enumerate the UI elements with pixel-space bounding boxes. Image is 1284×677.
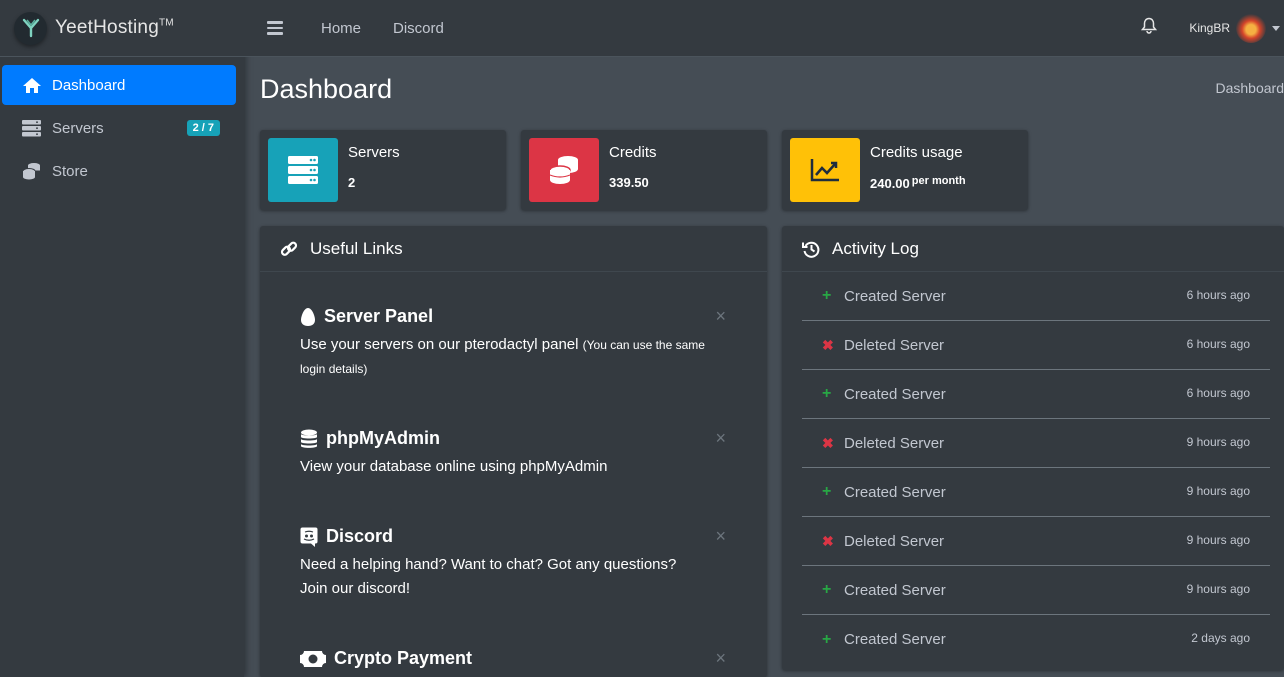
brand-logo xyxy=(14,11,47,45)
link-title[interactable]: phpMyAdmin xyxy=(326,428,440,449)
bell-icon[interactable] xyxy=(1141,17,1158,39)
times-icon: ✖ xyxy=(822,434,834,451)
card-header: Activity Log xyxy=(782,226,1284,272)
log-row: + Created Server 6 hours ago xyxy=(802,272,1270,321)
user-menu[interactable]: KingBR xyxy=(1189,13,1284,43)
times-icon: ✖ xyxy=(822,336,834,353)
page-title: Dashboard xyxy=(260,74,393,104)
sidebar-item-dashboard[interactable]: Dashboard xyxy=(2,65,236,105)
link-description: View your database online using phpMyAdm… xyxy=(300,458,608,475)
link-title[interactable]: Crypto Payment xyxy=(334,648,472,669)
database-icon xyxy=(300,429,318,449)
log-text: Deleted Server xyxy=(844,336,945,354)
log-text: Created Server xyxy=(844,483,946,501)
plus-icon: + xyxy=(822,581,832,598)
card-title: Useful Links xyxy=(310,238,403,258)
sidebar-nav: Dashboard Servers 2 / 7 Store xyxy=(0,57,244,191)
history-icon xyxy=(802,240,820,258)
log-time: 6 hours ago xyxy=(1186,386,1250,400)
log-time: 9 hours ago xyxy=(1186,484,1250,498)
link-item-crypto-payment: Crypto Payment × xyxy=(300,648,726,669)
chevron-down-icon xyxy=(1272,25,1280,31)
info-box-value: 240.00 per month xyxy=(870,175,966,191)
sidebar-item-label: Dashboard xyxy=(52,76,126,94)
plus-icon: + xyxy=(822,287,832,304)
sidebar-item-label: Servers xyxy=(52,119,104,137)
sidebar-item-servers[interactable]: Servers 2 / 7 xyxy=(2,108,236,148)
close-icon[interactable]: × xyxy=(715,526,726,547)
plus-icon: + xyxy=(822,630,832,648)
card-title: Activity Log xyxy=(832,238,919,258)
egg-icon xyxy=(300,307,316,327)
log-text: Created Server xyxy=(844,581,946,599)
money-bill-icon xyxy=(300,650,326,667)
sidebar-item-label: Store xyxy=(52,162,88,180)
sidebar-item-store[interactable]: Store xyxy=(2,151,236,191)
avatar xyxy=(1236,13,1266,43)
breadcrumb[interactable]: Dashboard xyxy=(1216,80,1284,96)
log-text: Created Server xyxy=(844,385,946,403)
info-box-suffix: per month xyxy=(911,175,966,187)
discord-icon xyxy=(300,527,318,547)
info-box-label: Credits usage xyxy=(870,144,963,161)
chart-line-icon xyxy=(790,138,860,202)
log-time: 9 hours ago xyxy=(1186,582,1250,596)
plus-icon: + xyxy=(822,385,832,402)
log-row: + Created Server 2 days ago xyxy=(802,615,1270,664)
brand-link[interactable]: YeetHostingTM xyxy=(0,0,244,57)
useful-links-card: Useful Links Server Panel Use your serve… xyxy=(260,226,767,677)
coins-icon xyxy=(529,138,599,202)
log-row: + Created Server 6 hours ago xyxy=(802,370,1270,419)
nav-link-discord[interactable]: Discord xyxy=(393,20,444,37)
card-header: Useful Links xyxy=(260,226,767,272)
log-row: + Created Server 9 hours ago xyxy=(802,468,1270,517)
sidebar: YeetHostingTM Dashboard Servers 2 / 7 St… xyxy=(0,0,244,677)
close-icon[interactable]: × xyxy=(715,648,726,669)
top-navbar: Home Discord KingBR xyxy=(244,0,1284,57)
server-icon xyxy=(22,119,44,137)
log-row: ✖ Deleted Server 9 hours ago xyxy=(802,419,1270,468)
times-icon: ✖ xyxy=(822,532,834,549)
activity-log-card: Activity Log + Created Server 6 hours ag… xyxy=(782,226,1284,670)
link-title[interactable]: Server Panel xyxy=(324,306,433,327)
log-time: 6 hours ago xyxy=(1186,288,1250,302)
log-row: ✖ Deleted Server 9 hours ago xyxy=(802,517,1270,566)
link-item-phpmyadmin: phpMyAdmin View your database online usi… xyxy=(300,428,726,479)
link-description: Need a helping hand? Want to chat? Got a… xyxy=(300,556,677,597)
brand-name: YeetHostingTM xyxy=(55,17,174,38)
link-title[interactable]: Discord xyxy=(326,526,393,547)
info-box-servers: Servers 2 xyxy=(260,130,506,210)
close-icon[interactable]: × xyxy=(715,428,726,449)
servers-count-badge: 2 / 7 xyxy=(186,120,220,136)
log-time: 9 hours ago xyxy=(1186,533,1250,547)
info-box-credits-usage: Credits usage 240.00 per month xyxy=(782,130,1028,210)
server-icon xyxy=(268,138,338,202)
username: KingBR xyxy=(1189,21,1230,35)
log-time: 2 days ago xyxy=(1191,631,1250,645)
link-description: Use your servers on our pterodactyl pane… xyxy=(300,336,579,353)
menu-toggle-icon[interactable] xyxy=(267,21,283,35)
info-box-value: 2 xyxy=(348,175,356,190)
log-text: Deleted Server xyxy=(844,532,945,550)
nav-link-home[interactable]: Home xyxy=(321,20,361,37)
info-box-value: 339.50 xyxy=(609,175,649,190)
log-text: Created Server xyxy=(844,287,946,305)
log-row: ✖ Deleted Server 6 hours ago xyxy=(802,321,1270,370)
home-icon xyxy=(22,77,44,94)
log-row: + Created Server 9 hours ago xyxy=(802,566,1270,615)
link-icon xyxy=(280,240,298,258)
link-item-discord: Discord Need a helping hand? Want to cha… xyxy=(300,526,726,601)
plus-icon: + xyxy=(822,483,832,500)
info-box-label: Credits xyxy=(609,144,657,161)
info-box-credits: Credits 339.50 xyxy=(521,130,767,210)
log-text: Created Server xyxy=(844,631,946,648)
log-time: 9 hours ago xyxy=(1186,435,1250,449)
info-box-label: Servers xyxy=(348,144,400,161)
link-item-server-panel: Server Panel Use your servers on our pte… xyxy=(300,306,726,381)
log-text: Deleted Server xyxy=(844,434,945,452)
close-icon[interactable]: × xyxy=(715,306,726,327)
coins-icon xyxy=(22,162,44,180)
log-time: 6 hours ago xyxy=(1186,337,1250,351)
